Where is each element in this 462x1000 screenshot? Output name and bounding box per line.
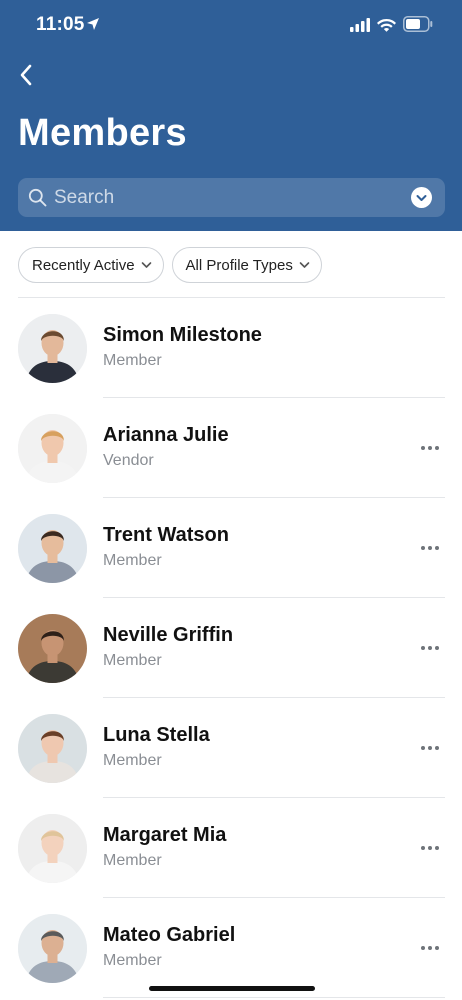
avatar-portrait: [18, 514, 87, 583]
member-row[interactable]: Margaret Mia Member: [0, 798, 462, 898]
avatar: [18, 814, 87, 883]
location-arrow-icon: [87, 18, 99, 30]
more-dot-icon: [421, 646, 425, 650]
more-dot-icon: [421, 546, 425, 550]
more-options-button[interactable]: [414, 738, 446, 758]
avatar: [18, 714, 87, 783]
sort-filter-dropdown[interactable]: Recently Active: [18, 247, 164, 283]
back-button[interactable]: [12, 60, 40, 90]
member-row[interactable]: Luna Stella Member: [0, 698, 462, 798]
more-dot-icon: [421, 746, 425, 750]
status-bar: 11:05: [0, 0, 462, 52]
filter-bar: Recently Active All Profile Types: [18, 247, 322, 283]
more-dot-icon: [435, 546, 439, 550]
member-name: Margaret Mia: [103, 824, 227, 846]
profile-type-filter-dropdown[interactable]: All Profile Types: [171, 247, 322, 283]
avatar-portrait: [18, 614, 87, 683]
member-type: Member: [103, 852, 162, 869]
member-type: Member: [103, 652, 162, 669]
more-dot-icon: [428, 546, 432, 550]
member-type: Member: [103, 352, 162, 369]
member-type: Member: [103, 752, 162, 769]
row-divider: [103, 997, 445, 998]
member-name: Mateo Gabriel: [103, 924, 236, 946]
more-dot-icon: [421, 446, 425, 450]
avatar-portrait: [18, 314, 87, 383]
home-indicator: [149, 986, 315, 991]
avatar: [18, 614, 87, 683]
member-row[interactable]: Simon Milestone Member: [0, 298, 462, 398]
member-type: Member: [103, 952, 162, 969]
member-row[interactable]: Arianna Julie Vendor: [0, 398, 462, 498]
avatar: [18, 514, 87, 583]
member-name: Neville Griffin: [103, 624, 234, 646]
more-dot-icon: [428, 946, 432, 950]
profile-type-filter-label: All Profile Types: [185, 256, 293, 274]
more-dot-icon: [428, 846, 432, 850]
search-filter-toggle[interactable]: [411, 187, 432, 208]
more-dot-icon: [435, 646, 439, 650]
avatar-portrait: [18, 814, 87, 883]
avatar: [18, 414, 87, 483]
more-dot-icon: [428, 646, 432, 650]
search-bar[interactable]: [18, 178, 445, 217]
more-dot-icon: [435, 846, 439, 850]
more-options-button[interactable]: [414, 638, 446, 658]
avatar-portrait: [18, 714, 87, 783]
more-dot-icon: [435, 946, 439, 950]
member-row[interactable]: Neville Griffin Member: [0, 598, 462, 698]
chevron-left-icon: [20, 64, 32, 86]
more-options-button[interactable]: [414, 838, 446, 858]
chevron-down-icon: [416, 194, 427, 201]
avatar: [18, 314, 87, 383]
member-type: Vendor: [103, 452, 154, 469]
more-options-button[interactable]: [414, 538, 446, 558]
chevron-down-icon: [141, 262, 151, 268]
battery-icon: [403, 16, 433, 32]
more-dot-icon: [435, 446, 439, 450]
more-dot-icon: [428, 446, 432, 450]
more-dot-icon: [421, 946, 425, 950]
cellular-signal-icon: [350, 18, 370, 32]
member-type: Member: [103, 552, 162, 569]
more-dot-icon: [428, 746, 432, 750]
member-list: Simon Milestone Member Arianna Julie Ven…: [0, 298, 462, 998]
sort-filter-label: Recently Active: [32, 256, 135, 274]
member-name: Luna Stella: [103, 724, 210, 746]
member-row[interactable]: Mateo Gabriel Member: [0, 898, 462, 998]
header: 11:05 Members: [0, 0, 462, 231]
more-dot-icon: [421, 846, 425, 850]
wifi-icon: [377, 19, 396, 32]
member-name: Arianna Julie: [103, 424, 229, 446]
search-icon: [28, 188, 47, 207]
more-options-button[interactable]: [414, 438, 446, 458]
page-title: Members: [18, 112, 187, 154]
status-time: 11:05: [36, 14, 85, 35]
member-name: Simon Milestone: [103, 324, 262, 346]
avatar-portrait: [18, 414, 87, 483]
more-dot-icon: [435, 746, 439, 750]
member-name: Trent Watson: [103, 524, 229, 546]
avatar-portrait: [18, 914, 87, 983]
member-row[interactable]: Trent Watson Member: [0, 498, 462, 598]
avatar: [18, 914, 87, 983]
more-options-button[interactable]: [414, 938, 446, 958]
search-input[interactable]: [54, 178, 404, 217]
chevron-down-icon: [299, 262, 310, 268]
